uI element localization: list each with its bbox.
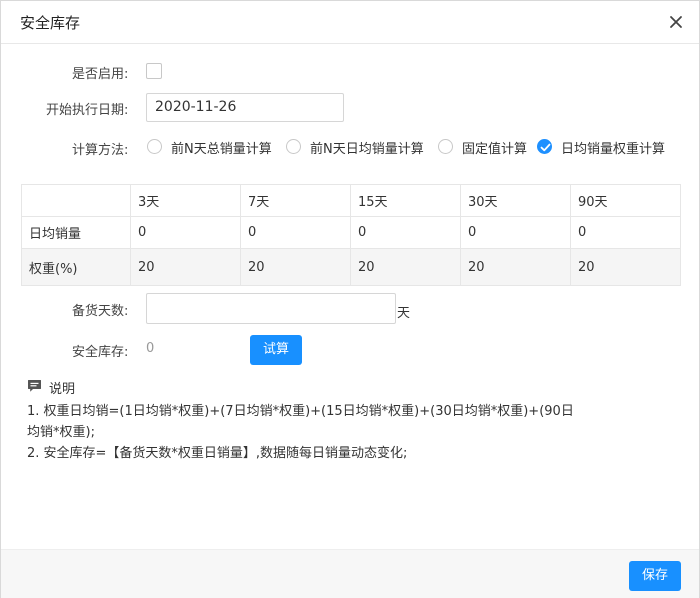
trial-calc-button[interactable]: 试算 [250,335,302,365]
table-row: 权重(%) 20 20 20 20 20 [21,248,681,286]
safety-stock-label: 安全库存: [72,345,129,360]
dialog-title: 安全库存 [20,14,81,32]
calc-method-label: 计算方法: [72,143,129,158]
dialog-header: 安全库存 [1,1,699,44]
note-line: 均销*权重); [27,425,95,440]
table-header-cell: 15天 [350,184,461,217]
radio-label: 前N天总销量计算 [171,142,272,157]
save-button[interactable]: 保存 [629,561,681,591]
weight-input-cell[interactable]: 20 [130,248,241,286]
table-header-cell: 90天 [570,184,681,217]
safety-stock-value: 0 [146,341,155,356]
table-cell: 0 [460,216,571,249]
weight-input-cell[interactable]: 20 [240,248,351,286]
weight-table: 3天 7天 15天 30天 90天 日均销量 0 0 0 0 0 权重(%) 2… [21,184,681,286]
stock-days-unit: 天 [397,306,411,321]
close-icon[interactable] [667,13,685,31]
radio-circle [147,139,162,154]
notes-title: 说明 [49,382,76,397]
row-label: 日均销量 [21,216,131,249]
stock-days-input[interactable] [146,293,396,324]
radio-label: 固定值计算 [462,142,528,157]
table-header-cell: 30天 [460,184,571,217]
weight-input-cell[interactable]: 20 [570,248,681,286]
start-date-label: 开始执行日期: [46,103,129,118]
table-header-cell: 3天 [130,184,241,217]
safety-stock-dialog: 安全库存 是否启用: 开始执行日期: 2020-11-26 计算方法: 前N天总… [0,0,700,598]
radio-label: 日均销量权重计算 [561,142,666,157]
enabled-checkbox[interactable] [146,63,162,79]
comment-icon [27,379,42,397]
note-line: 1. 权重日均销=(1日均销*权重)+(7日均销*权重)+(15日均销*权重)+… [27,404,574,419]
radio-circle [286,139,301,154]
stock-days-label: 备货天数: [72,304,129,319]
dialog-footer [1,549,699,598]
enabled-label: 是否启用: [72,67,129,82]
row-label: 权重(%) [21,248,131,286]
table-cell: 0 [350,216,461,249]
table-row: 日均销量 0 0 0 0 0 [21,216,681,249]
weight-input-cell[interactable]: 20 [460,248,571,286]
table-header-row: 3天 7天 15天 30天 90天 [21,184,681,217]
radio-checked-icon [537,139,552,154]
radio-label: 前N天日均销量计算 [310,142,424,157]
note-line: 2. 安全库存=【备货天数*权重日销量】,数据随每日销量动态变化; [27,446,408,461]
table-header-cell [21,184,131,217]
table-cell: 0 [240,216,351,249]
table-header-cell: 7天 [240,184,351,217]
start-date-input[interactable]: 2020-11-26 [146,93,344,122]
weight-input-cell[interactable]: 20 [350,248,461,286]
table-cell: 0 [570,216,681,249]
radio-circle [438,139,453,154]
table-cell: 0 [130,216,241,249]
